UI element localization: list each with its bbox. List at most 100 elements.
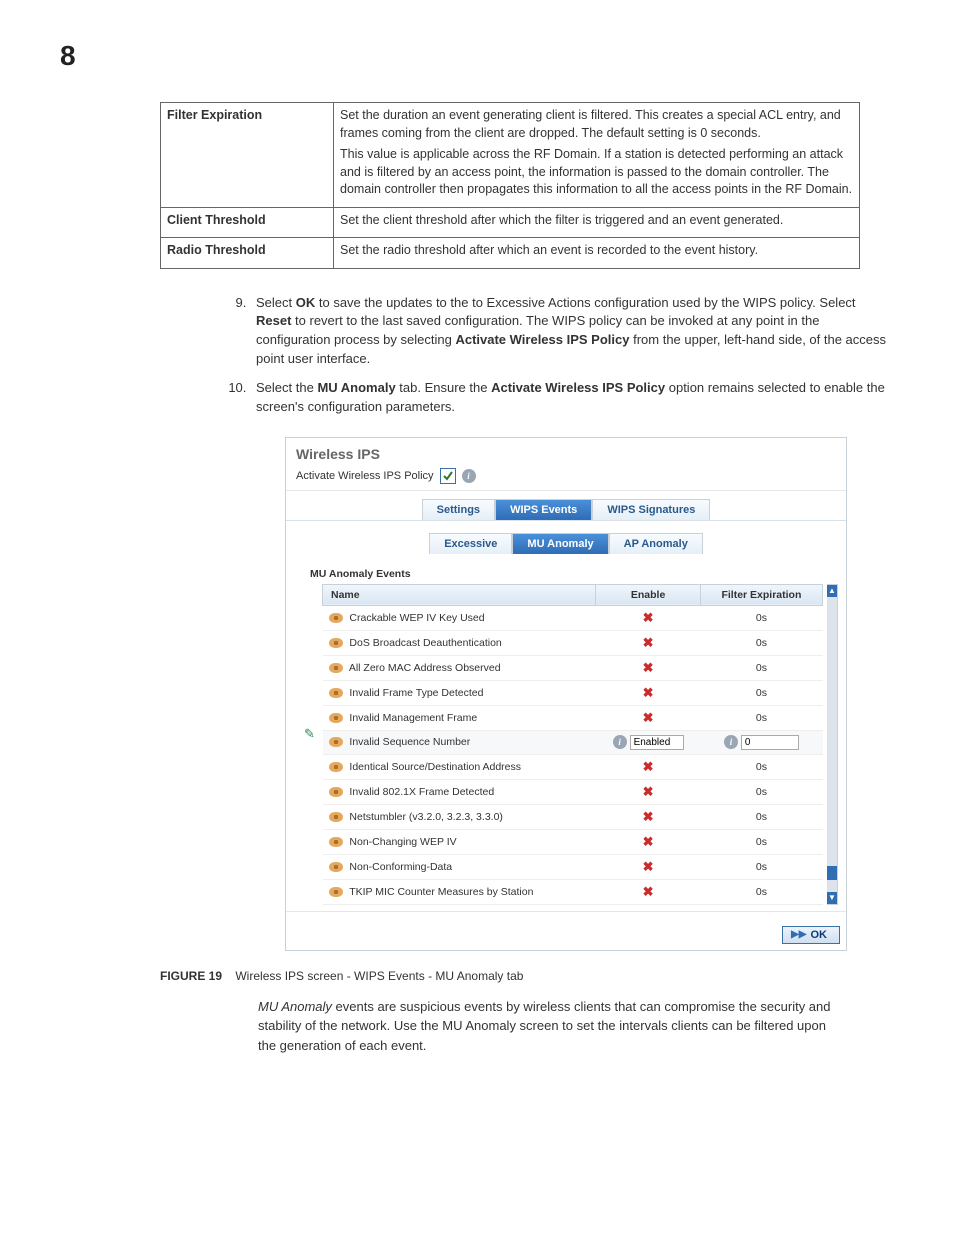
col-name[interactable]: Name [323, 584, 596, 605]
row-name: TKIP MIC Counter Measures by Station [323, 879, 596, 904]
eye-icon [329, 688, 343, 698]
row-name: All Zero MAC Address Observed [323, 655, 596, 680]
row-enable[interactable]: ✖ [596, 655, 700, 680]
table-row[interactable]: Identical Source/Destination Address✖0s [323, 754, 823, 779]
row-filter[interactable]: 0s [700, 655, 822, 680]
x-icon: ✖ [643, 834, 654, 849]
panel-title: Wireless IPS [286, 438, 846, 466]
row-enable[interactable]: ✖ [596, 705, 700, 730]
page-number: 8 [60, 40, 894, 72]
row-enable[interactable]: ✖ [596, 854, 700, 879]
button-bar: ▶▶ OK [286, 911, 846, 950]
row-enable[interactable]: ✖ [596, 829, 700, 854]
tab-settings[interactable]: Settings [422, 499, 495, 520]
x-icon: ✖ [643, 859, 654, 874]
x-icon: ✖ [643, 610, 654, 625]
row-filter[interactable]: 0s [700, 879, 822, 904]
row-enable[interactable]: ✖ [596, 605, 700, 630]
eye-icon [329, 737, 343, 747]
row-filter[interactable]: 0s [700, 854, 822, 879]
eye-icon [329, 613, 343, 623]
def-desc: Set the duration an event generating cli… [334, 103, 860, 208]
row-filter[interactable]: 0s [700, 804, 822, 829]
activate-checkbox[interactable] [440, 468, 456, 484]
check-icon [442, 470, 454, 482]
col-filter[interactable]: Filter Expiration [700, 584, 822, 605]
row-name: DoS Broadcast Deauthentication [323, 630, 596, 655]
enable-input[interactable] [630, 735, 684, 750]
tab-wips-signatures[interactable]: WIPS Signatures [592, 499, 710, 520]
row-enable[interactable]: ✖ [596, 754, 700, 779]
pencil-icon[interactable]: ✎ [304, 726, 315, 741]
row-filter[interactable]: 0s [700, 754, 822, 779]
table-row[interactable]: Crackable WEP IV Key Used ✖ 0s [323, 605, 823, 630]
eye-icon [329, 862, 343, 872]
info-icon[interactable]: i [724, 735, 738, 749]
table-row[interactable]: All Zero MAC Address Observed✖0s [323, 655, 823, 680]
table-row[interactable]: Non-Conforming-Data ✖ 0s [323, 854, 823, 879]
row-enable[interactable]: ✖ [596, 630, 700, 655]
row-filter[interactable]: 0s [700, 829, 822, 854]
subtab-excessive[interactable]: Excessive [429, 533, 512, 554]
row-name: Invalid Sequence Number [323, 730, 596, 754]
eye-icon [329, 762, 343, 772]
body-paragraph: MU Anomaly events are suspicious events … [258, 997, 838, 1056]
row-filter[interactable]: 0s [700, 680, 822, 705]
steps-list: Select OK to save the updates to the to … [228, 294, 894, 417]
activate-row: Activate Wireless IPS Policy i [286, 466, 846, 491]
x-icon: ✖ [643, 809, 654, 824]
scroll-up-icon[interactable]: ▲ [827, 585, 837, 597]
scroll-thumb[interactable] [827, 866, 837, 880]
table-row[interactable]: Netstumbler (v3.2.0, 3.2.3, 3.3.0) ✖ 0s [323, 804, 823, 829]
ok-label: OK [811, 929, 828, 941]
subtab-ap-anomaly[interactable]: AP Anomaly [609, 533, 703, 554]
row-enable[interactable]: ✖ [596, 804, 700, 829]
scroll-down-icon[interactable]: ▼ [827, 892, 837, 904]
table-row[interactable]: Non-Changing WEP IV✖0s [323, 829, 823, 854]
row-filter[interactable]: 0s [700, 705, 822, 730]
row-filter[interactable]: i [700, 730, 822, 754]
table-row[interactable]: Invalid 802.1X Frame Detected✖0s [323, 779, 823, 804]
col-enable[interactable]: Enable [596, 584, 700, 605]
lead-term: MU Anomaly [258, 999, 332, 1014]
wireless-ips-panel: Wireless IPS Activate Wireless IPS Polic… [285, 437, 847, 951]
table-row[interactable]: TKIP MIC Counter Measures by Station✖0s [323, 879, 823, 904]
row-name: Netstumbler (v3.2.0, 3.2.3, 3.3.0) [323, 804, 596, 829]
tab-wips-events[interactable]: WIPS Events [495, 499, 592, 520]
ok-button[interactable]: ▶▶ OK [782, 926, 840, 944]
row-name: Invalid Management Frame [323, 705, 596, 730]
row-filter[interactable]: 0s [700, 630, 822, 655]
events-area: ✎ Name Enable Filter Expiration Crackabl… [304, 584, 838, 905]
step-item: Select the MU Anomaly tab. Ensure the Ac… [250, 379, 894, 417]
subtab-mu-anomaly[interactable]: MU Anomaly [512, 533, 608, 554]
events-table: Name Enable Filter Expiration Crackable … [322, 584, 823, 905]
row-enable[interactable]: i [596, 730, 700, 754]
filter-input[interactable] [741, 735, 799, 750]
info-icon[interactable]: i [462, 469, 476, 483]
info-icon[interactable]: i [613, 735, 627, 749]
row-enable[interactable]: ✖ [596, 779, 700, 804]
table-row[interactable]: DoS Broadcast Deauthentication✖0s [323, 630, 823, 655]
def-desc: Set the client threshold after which the… [334, 207, 860, 238]
row-enable[interactable]: ✖ [596, 879, 700, 904]
row-enable[interactable]: ✖ [596, 680, 700, 705]
primary-tabs: SettingsWIPS EventsWIPS Signatures [286, 491, 846, 520]
def-term: Filter Expiration [161, 103, 334, 208]
table-row[interactable]: Invalid Frame Type Detected✖0s [323, 680, 823, 705]
row-filter[interactable]: 0s [700, 605, 822, 630]
figure-caption: FIGURE 19 Wireless IPS screen - WIPS Eve… [160, 969, 894, 983]
def-term: Radio Threshold [161, 238, 334, 269]
scrollbar[interactable]: ▲ ▼ [827, 584, 838, 905]
row-filter[interactable]: 0s [700, 779, 822, 804]
row-name: Non-Conforming-Data [323, 854, 596, 879]
eye-icon [329, 713, 343, 723]
eye-icon [329, 812, 343, 822]
eye-icon [329, 887, 343, 897]
eye-icon [329, 638, 343, 648]
row-name: Crackable WEP IV Key Used [323, 605, 596, 630]
body-text: events are suspicious events by wireless… [258, 999, 831, 1053]
table-row[interactable]: Invalid Sequence Number i i [323, 730, 823, 754]
def-desc: Set the radio threshold after which an e… [334, 238, 860, 269]
table-row[interactable]: Invalid Management Frame✖0s [323, 705, 823, 730]
row-name: Invalid Frame Type Detected [323, 680, 596, 705]
